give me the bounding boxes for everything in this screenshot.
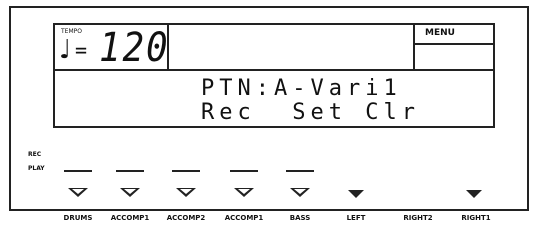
part-label-accomp1: ACCOMP1 <box>110 214 150 222</box>
triangle-down-solid-icon <box>348 190 364 198</box>
part-label-accomp2: ACCOMP2 <box>166 214 206 222</box>
tempo-equals: = <box>75 38 88 62</box>
right1-part-button[interactable] <box>460 188 488 200</box>
part-label-left: LEFT <box>346 214 366 222</box>
triangle-down-icon <box>176 188 196 197</box>
part-label-drums: DRUMS <box>63 214 93 222</box>
accomp1b-part-button[interactable] <box>230 188 258 200</box>
tempo-value: 120 <box>99 25 170 71</box>
left-part-button[interactable] <box>342 188 370 200</box>
menu-label: MENU <box>425 28 455 38</box>
play-indicator-accomp1b <box>230 170 258 172</box>
play-indicator-drums <box>64 170 92 172</box>
quarter-note-icon: ♩ <box>59 35 72 65</box>
part-label-right1: RIGHT1 <box>461 214 491 222</box>
accomp1-part-button[interactable] <box>116 188 144 200</box>
part-label-bass: BASS <box>289 214 311 222</box>
triangle-down-icon <box>68 188 88 197</box>
play-indicator-accomp2 <box>172 170 200 172</box>
display-line-2: Rec Set Clr <box>201 100 420 125</box>
display-line-1: PTN:A-Vari1 <box>201 76 402 101</box>
triangle-down-icon <box>234 188 254 197</box>
drums-part-button[interactable] <box>64 188 92 200</box>
triangle-down-solid-icon <box>466 190 482 198</box>
rec-label: REC <box>28 151 42 158</box>
tempo-section: TEMPO ♩ = 120 <box>55 25 169 71</box>
play-indicator-accomp1 <box>116 170 144 172</box>
triangle-down-icon <box>120 188 140 197</box>
menu-divider <box>415 43 495 45</box>
part-label-accomp1b: ACCOMP1 <box>224 214 264 222</box>
accomp2-part-button[interactable] <box>172 188 200 200</box>
top-middle-segment <box>169 25 375 71</box>
triangle-down-icon <box>290 188 310 197</box>
menu-section: MENU <box>413 25 495 71</box>
play-indicator-bass <box>286 170 314 172</box>
play-label: PLAY <box>28 165 45 172</box>
top-gap-segment <box>375 25 413 71</box>
bass-part-button[interactable] <box>286 188 314 200</box>
tempo-label: TEMPO <box>61 28 82 35</box>
lcd-display: TEMPO ♩ = 120 MENU PTN:A-Vari1 Rec Set C… <box>53 23 495 128</box>
part-label-right2: RIGHT2 <box>403 214 433 222</box>
